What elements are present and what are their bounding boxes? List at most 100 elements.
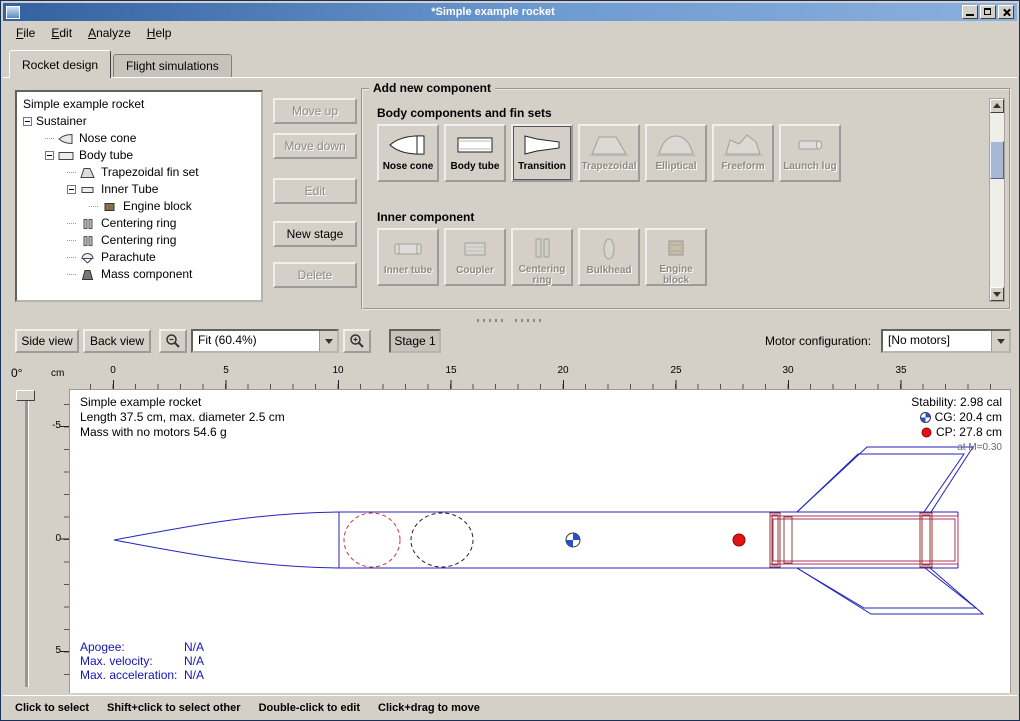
window-controls	[962, 5, 1014, 19]
collapse-toggle-icon[interactable]	[45, 151, 54, 160]
hint-select: Click to select	[15, 702, 89, 714]
group-title: Add new component	[369, 81, 495, 95]
tree-actions: Move up Move down Edit New stage Delete	[273, 98, 357, 288]
new-stage-button[interactable]: New stage	[273, 221, 357, 247]
add-engine-block-button: Engine block	[645, 228, 707, 286]
tree-item-rocket[interactable]: Simple example rocket	[19, 96, 259, 113]
parachute-outline	[344, 513, 400, 567]
add-component-group: Add new component Body components and fi…	[361, 88, 1011, 310]
add-coupler-button: Coupler	[444, 228, 506, 286]
motor-mount	[770, 513, 958, 567]
status-bar: Click to select Shift+click to select ot…	[3, 695, 1017, 719]
stability-value: Stability: 2.98 cal	[911, 395, 1002, 410]
side-view-button[interactable]: Side view	[15, 329, 79, 353]
max-velocity-value: N/A	[184, 654, 204, 668]
tree-item-centering-ring-1[interactable]: Centering ring	[19, 215, 259, 232]
tab-bar: Rocket design Flight simulations	[3, 45, 1017, 77]
ruler-label: 5	[214, 365, 238, 376]
back-view-button[interactable]: Back view	[83, 329, 151, 353]
rocket-outline	[114, 512, 958, 568]
edit-button: Edit	[273, 178, 357, 204]
centering-ring-icon	[80, 234, 97, 247]
ruler-label: 15	[439, 365, 463, 376]
zoom-out-button[interactable]	[159, 329, 187, 353]
tree-item-inner-tube[interactable]: Inner Tube	[19, 181, 259, 198]
tree-item-centering-ring-2[interactable]: Centering ring	[19, 232, 259, 249]
tree-item-fin-set[interactable]: Trapezoidal fin set	[19, 164, 259, 181]
tree-item-body-tube[interactable]: Body tube	[19, 147, 259, 164]
scrollbar-thumb[interactable]	[990, 141, 1004, 179]
body-tube-icon	[455, 131, 495, 158]
menu-edit[interactable]: Edit	[44, 23, 79, 43]
max-acceleration-value: N/A	[184, 668, 204, 682]
add-nose-cone-button[interactable]: Nose cone	[377, 124, 439, 182]
add-body-tube-button[interactable]: Body tube	[444, 124, 506, 182]
motor-configuration-select[interactable]: [No motors]	[881, 329, 1011, 353]
rotation-slider-track[interactable]	[25, 397, 29, 687]
stage-1-toggle[interactable]: Stage 1	[389, 329, 441, 353]
tab-rocket-design[interactable]: Rocket design	[9, 50, 111, 78]
chevron-down-icon[interactable]	[991, 331, 1009, 351]
tree-item-nose-cone[interactable]: Nose cone	[19, 130, 259, 147]
menu-analyze[interactable]: Analyze	[81, 23, 138, 43]
rotation-slider-handle[interactable]	[16, 390, 35, 401]
hint-select-other: Shift+click to select other	[107, 702, 241, 714]
view-toolbar: Side view Back view Fit (60.4%) Stage 1 …	[3, 325, 1017, 357]
zoom-select[interactable]: Fit (60.4%)	[191, 329, 339, 353]
centering-ring-icon	[80, 217, 97, 230]
add-transition-button[interactable]: Transition	[511, 124, 573, 182]
collapse-toggle-icon[interactable]	[23, 117, 32, 126]
scroll-down-icon[interactable]	[990, 287, 1004, 301]
body-tube-icon	[58, 149, 75, 162]
ruler-label: 25	[664, 365, 688, 376]
add-bulkhead-button: Bulkhead	[578, 228, 640, 286]
apogee-label: Apogee:	[80, 640, 184, 654]
menu-help[interactable]: Help	[140, 23, 179, 43]
component-tree: Simple example rocket Sustainer Nose con…	[15, 90, 263, 302]
zoom-in-button[interactable]	[343, 329, 371, 353]
tree-connector	[67, 257, 76, 259]
window-menu-icon[interactable]	[6, 6, 20, 19]
collapse-toggle-icon[interactable]	[67, 185, 76, 194]
tree-item-mass-component[interactable]: Mass component	[19, 266, 259, 283]
tree-item-parachute[interactable]: Parachute	[19, 249, 259, 266]
splitter-handle-icon	[477, 319, 505, 322]
chevron-down-icon[interactable]	[319, 331, 337, 351]
apogee-value: N/A	[184, 640, 204, 654]
horizontal-ruler: 0 5 10 15 20 25 30 35	[69, 363, 1011, 389]
nose-cone-icon	[388, 131, 428, 158]
tree-connector	[67, 240, 76, 242]
maximize-button[interactable]	[980, 5, 996, 19]
menu-file[interactable]: File	[9, 23, 42, 43]
rocket-design-panel: Simple example rocket Sustainer Nose con…	[3, 77, 1017, 316]
tree-item-engine-block[interactable]: Engine block	[19, 198, 259, 215]
close-button[interactable]	[998, 5, 1014, 19]
tree-item-sustainer[interactable]: Sustainer	[19, 113, 259, 130]
elliptical-fin-icon	[656, 131, 696, 158]
tree-connector	[67, 172, 76, 174]
engine-block-icon	[656, 235, 696, 261]
flight-stats: Apogee: N/A Max. velocity: N/A Max. acce…	[80, 640, 204, 682]
tab-flight-simulations[interactable]: Flight simulations	[113, 54, 232, 77]
add-freeform-fin-button: Freeform	[712, 124, 774, 182]
minimize-icon	[966, 14, 974, 16]
minimize-button[interactable]	[962, 5, 978, 19]
panel-splitter[interactable]	[3, 315, 1017, 325]
move-down-button: Move down	[273, 133, 357, 159]
component-panel-scrollbar[interactable]	[989, 98, 1005, 302]
nose-cone-icon	[58, 132, 75, 145]
ruler-label: 0	[101, 365, 125, 376]
scroll-up-icon[interactable]	[990, 99, 1004, 113]
ruler-label: 5	[47, 645, 61, 656]
maximize-icon	[984, 8, 991, 15]
add-inner-tube-button: Inner tube	[377, 228, 439, 286]
cg-legend-icon	[920, 412, 931, 423]
titlebar: *Simple example rocket	[3, 3, 1017, 21]
mach-condition: at M=0.30	[957, 440, 1002, 455]
hint-move: Click+drag to move	[378, 702, 480, 714]
cp-value: CP: 27.8 cm	[936, 425, 1002, 440]
add-elliptical-fin-button: Elliptical	[645, 124, 707, 182]
window-title: *Simple example rocket	[24, 3, 962, 21]
rotation-angle-label: 0°	[11, 366, 22, 380]
rocket-canvas[interactable]: Simple example rocket Length 37.5 cm, ma…	[69, 389, 1011, 695]
